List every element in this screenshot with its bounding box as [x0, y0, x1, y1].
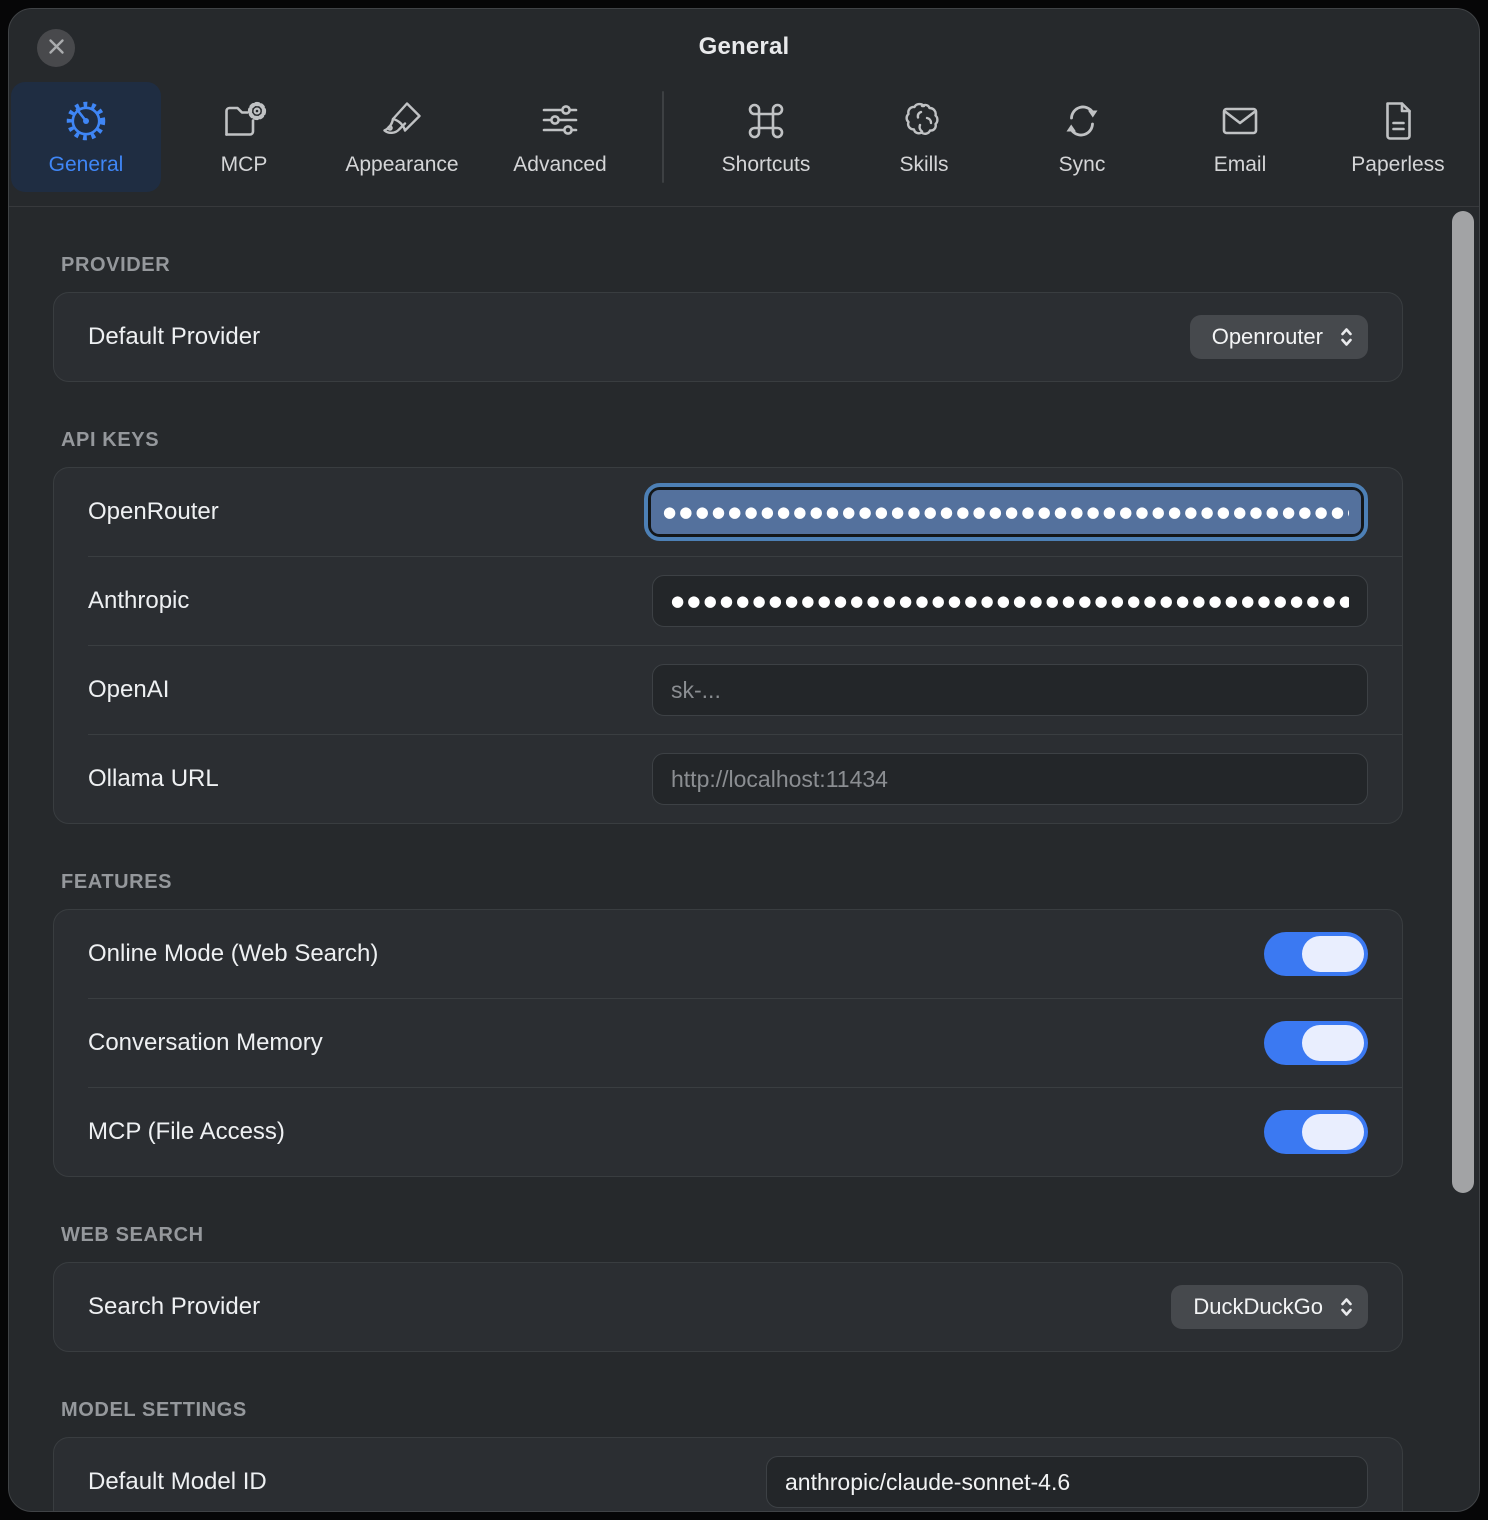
tab-mcp[interactable]: MCP	[169, 82, 319, 192]
section-header-web-search: WEB SEARCH	[61, 1224, 1479, 1247]
openrouter-key-input[interactable]	[651, 490, 1361, 534]
chevron-updown-icon	[1339, 325, 1354, 349]
online-mode-label: Online Mode (Web Search)	[88, 940, 378, 968]
section-header-features: FEATURES	[61, 871, 1479, 894]
tab-label: Paperless	[1351, 153, 1444, 177]
select-value: Openrouter	[1212, 324, 1323, 350]
openai-key-input[interactable]	[652, 664, 1368, 716]
section-header-api-keys: API KEYS	[61, 429, 1479, 452]
scrollbar-thumb[interactable]	[1452, 211, 1474, 1193]
conversation-memory-row: Conversation Memory	[54, 999, 1402, 1087]
model-settings-card: Default Model ID	[53, 1437, 1403, 1512]
tab-advanced[interactable]: Advanced	[485, 82, 635, 192]
conversation-memory-toggle[interactable]	[1264, 1021, 1368, 1065]
toolbar: General MCP	[9, 82, 1479, 192]
features-card: Online Mode (Web Search) Conversation Me…	[53, 909, 1403, 1177]
tab-label: General	[49, 153, 124, 177]
tab-skills[interactable]: Skills	[849, 82, 999, 192]
select-value: DuckDuckGo	[1193, 1294, 1323, 1320]
search-provider-label: Search Provider	[88, 1293, 260, 1321]
provider-card: Default Provider Openrouter	[53, 292, 1403, 382]
tab-appearance[interactable]: Appearance	[327, 82, 477, 192]
titlebar: General	[9, 9, 1479, 82]
default-provider-row: Default Provider Openrouter	[54, 293, 1402, 381]
openrouter-key-row: OpenRouter	[54, 468, 1402, 556]
tab-label: Email	[1214, 153, 1267, 177]
api-keys-card: OpenRouter Anthropic OpenAI Ollama URL	[53, 467, 1403, 824]
anthropic-key-row: Anthropic	[54, 557, 1402, 645]
ollama-url-label: Ollama URL	[88, 765, 219, 793]
tab-paperless[interactable]: Paperless	[1323, 82, 1473, 192]
sync-icon	[1059, 98, 1105, 144]
toggle-knob	[1302, 936, 1364, 972]
tab-label: Sync	[1059, 153, 1106, 177]
gear-icon	[63, 98, 109, 144]
default-model-id-input[interactable]	[766, 1456, 1368, 1508]
conversation-memory-label: Conversation Memory	[88, 1029, 323, 1057]
settings-window: General General	[8, 8, 1480, 1512]
tab-email[interactable]: Email	[1165, 82, 1315, 192]
mcp-file-access-toggle[interactable]	[1264, 1110, 1368, 1154]
ollama-url-row: Ollama URL	[54, 735, 1402, 823]
tab-label: Advanced	[513, 153, 606, 177]
document-icon	[1375, 98, 1421, 144]
default-model-id-label: Default Model ID	[88, 1468, 267, 1496]
tab-label: Appearance	[345, 153, 458, 177]
toolbar-divider	[662, 91, 664, 183]
online-mode-row: Online Mode (Web Search)	[54, 910, 1402, 998]
tab-label: Shortcuts	[722, 153, 811, 177]
folder-gear-icon	[221, 98, 267, 144]
search-provider-select[interactable]: DuckDuckGo	[1171, 1285, 1368, 1329]
openrouter-key-label: OpenRouter	[88, 498, 219, 526]
tab-label: MCP	[221, 153, 268, 177]
anthropic-key-label: Anthropic	[88, 587, 189, 615]
window-title: General	[9, 33, 1479, 61]
tab-general[interactable]: General	[11, 82, 161, 192]
window-chrome: General General	[9, 9, 1479, 207]
search-provider-row: Search Provider DuckDuckGo	[54, 1263, 1402, 1351]
openai-key-row: OpenAI	[54, 646, 1402, 734]
paintbrush-icon	[379, 98, 425, 144]
mcp-file-access-label: MCP (File Access)	[88, 1118, 285, 1146]
command-icon	[743, 98, 789, 144]
openrouter-key-focus-ring	[644, 483, 1368, 541]
anthropic-key-input[interactable]	[652, 575, 1368, 627]
ollama-url-input[interactable]	[652, 753, 1368, 805]
settings-content: PROVIDER Default Provider Openrouter API…	[9, 254, 1479, 1512]
default-provider-label: Default Provider	[88, 323, 260, 351]
toggle-knob	[1302, 1114, 1364, 1150]
envelope-icon	[1217, 98, 1263, 144]
chevron-updown-icon	[1339, 1295, 1354, 1319]
online-mode-toggle[interactable]	[1264, 932, 1368, 976]
tab-shortcuts[interactable]: Shortcuts	[691, 82, 841, 192]
tab-label: Skills	[899, 153, 948, 177]
openai-key-label: OpenAI	[88, 676, 169, 704]
default-provider-select[interactable]: Openrouter	[1190, 315, 1368, 359]
section-header-provider: PROVIDER	[61, 254, 1479, 277]
web-search-card: Search Provider DuckDuckGo	[53, 1262, 1403, 1352]
mcp-file-access-row: MCP (File Access)	[54, 1088, 1402, 1176]
brain-icon	[901, 98, 947, 144]
sliders-icon	[537, 98, 583, 144]
tab-sync[interactable]: Sync	[1007, 82, 1157, 192]
toggle-knob	[1302, 1025, 1364, 1061]
default-model-id-row: Default Model ID	[54, 1438, 1402, 1512]
section-header-model-settings: MODEL SETTINGS	[61, 1399, 1479, 1422]
